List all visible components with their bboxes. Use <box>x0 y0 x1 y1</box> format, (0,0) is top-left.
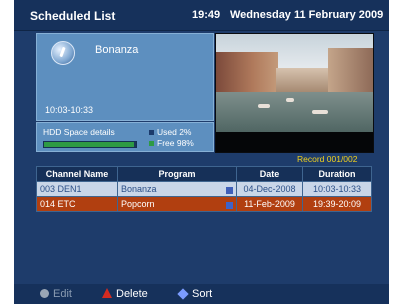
sort-button[interactable]: Sort <box>177 288 213 300</box>
hdd-space-label: HDD Space details <box>43 127 115 137</box>
hdd-space-panel: HDD Space details Used 2% Free 98% <box>36 122 214 152</box>
hdd-used-label: Used 2% <box>157 127 192 137</box>
col-channel-name[interactable]: Channel Name <box>36 166 118 182</box>
cell-duration: 10:03-10:33 <box>302 181 372 197</box>
cell-channel: 003 DEN1 <box>36 181 118 197</box>
record-flag-icon <box>226 202 233 209</box>
cell-program: Bonanza <box>117 181 237 197</box>
cell-duration: 19:39-20:09 <box>302 196 372 212</box>
edit-label: Edit <box>53 288 72 300</box>
channel-logo-icon <box>51 41 75 65</box>
table-header-row: Channel Name Program Date Duration <box>36 166 372 182</box>
scheduled-list-screen: Scheduled List 19:49 Wednesday 11 Februa… <box>14 0 389 304</box>
preview-letterbox <box>216 132 373 152</box>
cell-program-text: Bonanza <box>121 184 157 194</box>
used-swatch-icon <box>149 130 154 136</box>
record-counter: Record 001/002 <box>297 154 358 164</box>
program-name: Bonanza <box>95 44 139 56</box>
col-duration[interactable]: Duration <box>302 166 372 182</box>
hdd-free-fill <box>44 142 135 147</box>
blue-diamond-icon <box>177 288 189 300</box>
col-program[interactable]: Program <box>117 166 237 182</box>
cell-date: 11-Feb-2009 <box>236 196 303 212</box>
edit-button[interactable]: Edit <box>40 288 72 300</box>
clock-date: Wednesday 11 February 2009 <box>230 9 384 21</box>
cell-channel: 014 ETC <box>36 196 118 212</box>
preview-boat <box>258 104 270 108</box>
table-row-selected[interactable]: 014 ETC Popcorn 11-Feb-2009 19:39-20:09 <box>36 196 372 212</box>
grey-circle-icon <box>40 289 49 298</box>
footer-bar: Edit Delete Sort <box>14 284 389 304</box>
free-swatch-icon <box>149 141 154 147</box>
page-title: Scheduled List <box>30 9 116 23</box>
col-date[interactable]: Date <box>236 166 303 182</box>
program-time-range: 10:03-10:33 <box>45 105 94 115</box>
preview-canal <box>216 92 373 132</box>
hdd-usage-bar <box>43 141 137 148</box>
delete-button[interactable]: Delete <box>102 288 148 300</box>
preview-boat <box>286 98 294 102</box>
delete-label: Delete <box>116 288 148 300</box>
cell-date: 04-Dec-2008 <box>236 181 303 197</box>
cell-program: Popcorn <box>117 196 237 212</box>
hdd-free-legend: Free 98% <box>149 138 194 148</box>
hdd-used-legend: Used 2% <box>149 127 192 137</box>
cell-program-text: Popcorn <box>121 199 155 209</box>
record-flag-icon <box>226 187 233 194</box>
video-preview <box>215 33 374 153</box>
title-bar: Scheduled List 19:49 Wednesday 11 Februa… <box>14 0 389 31</box>
program-info-panel: Bonanza 10:03-10:33 <box>36 33 214 121</box>
sort-label: Sort <box>192 288 213 300</box>
preview-building-middle <box>276 68 332 92</box>
red-triangle-icon <box>102 288 112 298</box>
preview-boat <box>312 110 328 114</box>
table-row[interactable]: 003 DEN1 Bonanza 04-Dec-2008 10:03-10:33 <box>36 181 372 197</box>
hdd-free-label: Free 98% <box>157 138 194 148</box>
scheduled-table: Channel Name Program Date Duration 003 D… <box>36 166 372 212</box>
clock-time: 19:49 <box>192 9 221 21</box>
